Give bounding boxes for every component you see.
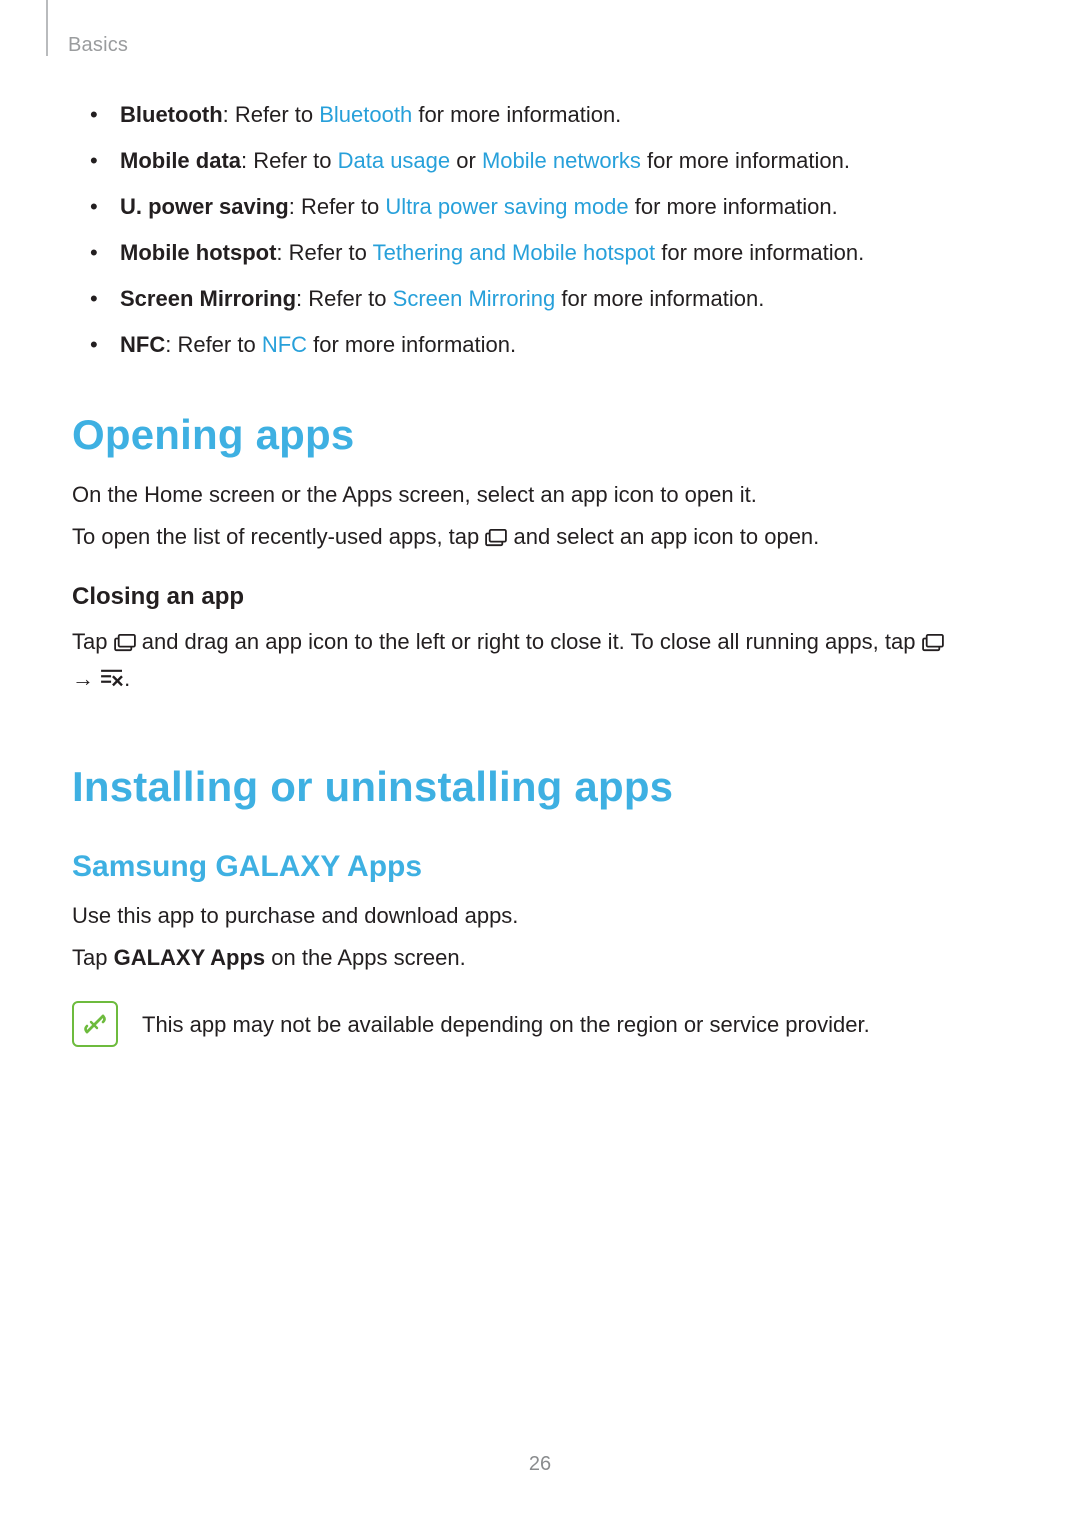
text: or <box>450 148 482 173</box>
text: for more information. <box>655 240 864 265</box>
list-item: NFC: Refer to NFC for more information. <box>120 328 1008 362</box>
paragraph: Tap GALAXY Apps on the Apps screen. <box>72 941 1008 975</box>
text: : Refer to <box>165 332 262 357</box>
link-nfc[interactable]: NFC <box>262 332 307 357</box>
arrow-icon: → <box>72 666 100 691</box>
page: Basics Bluetooth: Refer to Bluetooth for… <box>0 0 1080 1527</box>
text: and drag an app icon to the left or righ… <box>142 629 922 654</box>
section-label: Basics <box>68 30 128 60</box>
feature-term: Screen Mirroring <box>120 286 296 311</box>
heading-installing-apps: Installing or uninstalling apps <box>72 755 1008 818</box>
link-tethering-hotspot[interactable]: Tethering and Mobile hotspot <box>373 240 656 265</box>
text: for more information. <box>641 148 850 173</box>
text: : Refer to <box>223 102 320 127</box>
text: : Refer to <box>276 240 372 265</box>
list-item: Screen Mirroring: Refer to Screen Mirror… <box>120 282 1008 316</box>
link-screen-mirroring[interactable]: Screen Mirroring <box>393 286 556 311</box>
list-item: Mobile hotspot: Refer to Tethering and M… <box>120 236 1008 270</box>
feature-term: Bluetooth <box>120 102 223 127</box>
paragraph: Tap and drag an app icon to the left or … <box>72 625 1008 699</box>
paragraph: To open the list of recently-used apps, … <box>72 520 1008 557</box>
text: : Refer to <box>296 286 393 311</box>
list-item: U. power saving: Refer to Ultra power sa… <box>120 190 1008 224</box>
text: and select an app icon to open. <box>513 524 819 549</box>
recent-apps-icon <box>114 628 136 662</box>
page-number: 26 <box>0 1449 1080 1479</box>
note-icon <box>72 1001 118 1047</box>
list-item: Bluetooth: Refer to Bluetooth for more i… <box>120 98 1008 132</box>
text: . <box>124 666 130 691</box>
text: on the Apps screen. <box>265 945 466 970</box>
note-text: This app may not be available depending … <box>142 1008 870 1041</box>
feature-term: NFC <box>120 332 165 357</box>
quick-settings-list: Bluetooth: Refer to Bluetooth for more i… <box>72 98 1008 363</box>
feature-term: U. power saving <box>120 194 289 219</box>
header-rule <box>46 0 48 56</box>
text: for more information. <box>555 286 764 311</box>
note-block: This app may not be available depending … <box>72 1001 1008 1047</box>
text: Tap <box>72 629 114 654</box>
text: : Refer to <box>241 148 338 173</box>
content-area: Bluetooth: Refer to Bluetooth for more i… <box>72 98 1008 1047</box>
text: To open the list of recently-used apps, … <box>72 524 485 549</box>
recent-apps-icon <box>485 523 507 557</box>
paragraph: On the Home screen or the Apps screen, s… <box>72 478 1008 512</box>
text: Tap <box>72 945 114 970</box>
text: for more information. <box>412 102 621 127</box>
recent-apps-icon <box>922 628 944 662</box>
heading-closing-app: Closing an app <box>72 579 1008 615</box>
text-bold: GALAXY Apps <box>114 945 266 970</box>
link-bluetooth[interactable]: Bluetooth <box>319 102 412 127</box>
heading-opening-apps: Opening apps <box>72 403 1008 466</box>
feature-term: Mobile data <box>120 148 241 173</box>
link-data-usage[interactable]: Data usage <box>338 148 451 173</box>
text: for more information. <box>629 194 838 219</box>
text: for more information. <box>307 332 516 357</box>
link-mobile-networks[interactable]: Mobile networks <box>482 148 641 173</box>
close-all-icon <box>100 665 124 699</box>
list-item: Mobile data: Refer to Data usage or Mobi… <box>120 144 1008 178</box>
feature-term: Mobile hotspot <box>120 240 276 265</box>
paragraph: Use this app to purchase and download ap… <box>72 899 1008 933</box>
text: : Refer to <box>289 194 386 219</box>
link-ultra-power-saving[interactable]: Ultra power saving mode <box>385 194 628 219</box>
heading-samsung-galaxy-apps: Samsung GALAXY Apps <box>72 844 1008 889</box>
